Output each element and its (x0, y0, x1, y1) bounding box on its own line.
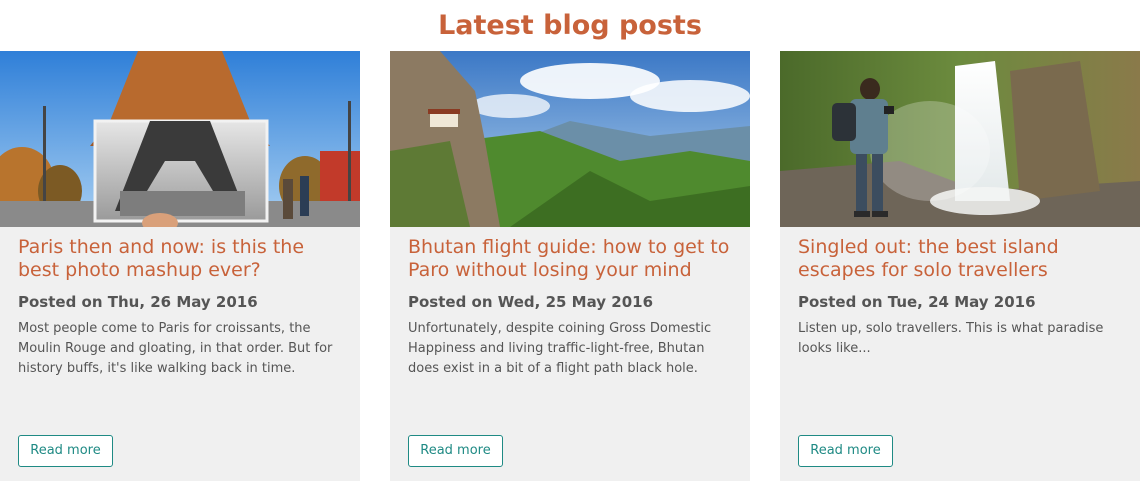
blog-post-card: Bhutan flight guide: how to get to Paro … (390, 51, 750, 481)
bhutan-valley-photo[interactable] (390, 51, 750, 227)
eiffel-tower-photo[interactable] (0, 51, 360, 227)
section-title: Latest blog posts (438, 10, 702, 41)
post-excerpt: Listen up, solo travellers. This is what… (798, 321, 1104, 356)
blog-post-card: Singled out: the best island escapes for… (780, 51, 1140, 481)
read-more-button[interactable]: Read more (798, 435, 893, 467)
post-excerpt: Most people come to Paris for croissants… (18, 321, 333, 376)
post-date: Posted on Tue, 24 May 2016 (798, 293, 1036, 311)
post-title-link[interactable]: Bhutan flight guide: how to get to Paro … (408, 236, 738, 282)
post-title-link[interactable]: Paris then and now: is this the best pho… (18, 236, 348, 282)
post-date: Posted on Thu, 26 May 2016 (18, 293, 258, 311)
blog-post-card: Paris then and now: is this the best pho… (0, 51, 360, 481)
post-excerpt: Unfortunately, despite coining Gross Dom… (408, 321, 712, 376)
blog-post-list: Paris then and now: is this the best pho… (0, 51, 1140, 481)
waterfall-traveller-photo[interactable] (780, 51, 1140, 227)
post-title-link[interactable]: Singled out: the best island escapes for… (798, 236, 1128, 282)
read-more-button[interactable]: Read more (408, 435, 503, 467)
post-date: Posted on Wed, 25 May 2016 (408, 293, 654, 311)
read-more-button[interactable]: Read more (18, 435, 113, 467)
